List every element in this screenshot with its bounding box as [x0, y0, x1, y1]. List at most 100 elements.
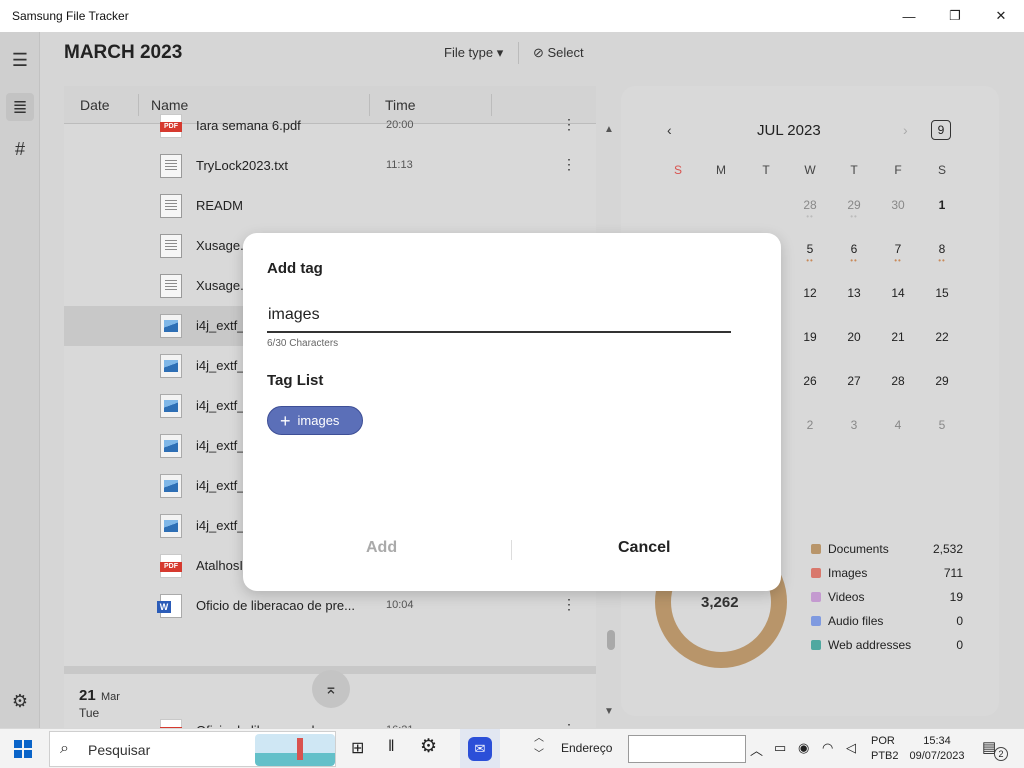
- close-button[interactable]: ✕: [978, 0, 1024, 32]
- calendar-day[interactable]: 2: [798, 418, 822, 432]
- legend-item[interactable]: Documents 2,532: [811, 541, 981, 559]
- legend-swatch: [811, 640, 821, 650]
- calendar-day[interactable]: 12: [798, 286, 822, 300]
- calendar-day[interactable]: 28: [886, 374, 910, 388]
- scroll-up-icon[interactable]: ▲: [604, 124, 614, 135]
- maximize-button[interactable]: ❐: [932, 0, 978, 32]
- calendar-day[interactable]: 8: [930, 242, 954, 256]
- scroll-to-top-button[interactable]: ⌅: [312, 670, 350, 708]
- calendar-day[interactable]: 14: [886, 286, 910, 300]
- calendar-day[interactable]: 29: [930, 374, 954, 388]
- select-button[interactable]: ⊘ Select: [533, 45, 584, 61]
- calendar-day[interactable]: 4: [886, 418, 910, 432]
- char-count: 6/30 Characters: [267, 338, 339, 349]
- wifi-icon[interactable]: ◠: [822, 740, 833, 756]
- calendar-day[interactable]: 27: [842, 374, 866, 388]
- cancel-button[interactable]: Cancel: [618, 539, 670, 557]
- total-files: 3,262: [701, 594, 739, 611]
- address-label: Endereço: [561, 741, 613, 755]
- language-code: POR: [871, 735, 895, 747]
- chevron-left-icon[interactable]: ‹: [667, 122, 672, 138]
- webcam-icon[interactable]: ◉: [798, 740, 809, 756]
- file-type-dropdown[interactable]: File type ▾: [444, 45, 503, 61]
- clock[interactable]: 15:34 09/07/2023: [907, 734, 967, 764]
- scroll-down-icon[interactable]: ▼: [604, 706, 614, 717]
- calendar-day[interactable]: 22: [930, 330, 954, 344]
- legend-item[interactable]: Audio files 0: [811, 613, 981, 631]
- window-title: Samsung File Tracker: [12, 9, 129, 23]
- legend-swatch: [811, 568, 821, 578]
- calendar-day[interactable]: 20: [842, 330, 866, 344]
- legend-count: 2,532: [932, 542, 963, 556]
- settings-app-icon[interactable]: ⚙: [420, 735, 437, 758]
- calendar-day[interactable]: 30: [886, 198, 910, 212]
- calendar-day[interactable]: 29: [842, 198, 866, 212]
- volume-icon[interactable]: ◁: [846, 740, 856, 756]
- calendar-day[interactable]: 26: [798, 374, 822, 388]
- legend-label: Audio files: [828, 614, 884, 628]
- tray-overflow-icon[interactable]: ︿: [750, 740, 763, 759]
- file-name: i4j_extf_: [196, 438, 245, 453]
- battery-icon[interactable]: ▭: [774, 740, 786, 756]
- file-time: 11:13: [386, 159, 413, 171]
- legend-count: 0: [956, 614, 963, 628]
- list-item[interactable]: TryLock2023.txt 11:13 ⋮: [64, 146, 596, 186]
- calendar-day[interactable]: 5: [798, 242, 822, 256]
- calendar-day[interactable]: 6: [842, 242, 866, 256]
- today-button[interactable]: 9: [931, 120, 951, 140]
- more-options-icon[interactable]: ⋮: [562, 156, 576, 173]
- more-options-icon[interactable]: ⋮: [562, 596, 576, 613]
- img-icon: [160, 394, 182, 418]
- minimize-button[interactable]: —: [886, 0, 932, 32]
- calendar-day[interactable]: 21: [886, 330, 910, 344]
- toolbar-scroll-icon[interactable]: ︿ ﹀: [534, 731, 544, 763]
- pdf-icon: PDF: [160, 554, 182, 578]
- button-divider: [511, 540, 512, 560]
- chevron-right-icon[interactable]: ›: [903, 122, 908, 138]
- calendar-day[interactable]: 5: [930, 418, 954, 432]
- list-item[interactable]: READM: [64, 186, 596, 226]
- windows-start-icon[interactable]: [14, 740, 32, 758]
- address-input[interactable]: [628, 735, 746, 763]
- list-item[interactable]: PDF Iara semana 6.pdf 20:00 ⋮: [64, 106, 596, 146]
- img-icon: [160, 354, 182, 378]
- doc-icon: W: [157, 594, 182, 618]
- calendar-day[interactable]: 19: [798, 330, 822, 344]
- more-options-icon[interactable]: ⋮: [562, 116, 576, 133]
- calendar-day[interactable]: 3: [842, 418, 866, 432]
- clock-time: 15:34: [923, 735, 951, 747]
- calendar-day[interactable]: 7: [886, 242, 910, 256]
- legend-item[interactable]: Videos 19: [811, 589, 981, 607]
- file-name: Xusage.: [196, 278, 244, 293]
- list-item[interactable]: W Oficio de liberacao de pre... 10:04 ⋮: [64, 586, 596, 626]
- weekday-label: F: [894, 163, 902, 177]
- scroll-thumb[interactable]: [607, 630, 615, 650]
- file-time: 20:00: [386, 119, 414, 131]
- language-indicator[interactable]: POR PTB2: [871, 734, 899, 764]
- file-tracker-app-icon[interactable]: ✉: [468, 737, 492, 761]
- timeline-icon[interactable]: ≣: [6, 93, 34, 121]
- legend-swatch: [811, 616, 821, 626]
- calendar-day[interactable]: 15: [930, 286, 954, 300]
- add-button[interactable]: Add: [366, 539, 397, 557]
- menu-icon[interactable]: ☰: [6, 46, 34, 74]
- legend-item[interactable]: Web addresses 0: [811, 637, 981, 655]
- dialog-title: Add tag: [267, 260, 323, 277]
- tag-input[interactable]: [267, 299, 731, 333]
- calendar-day[interactable]: 28: [798, 198, 822, 212]
- tag-chip[interactable]: + images: [267, 406, 363, 435]
- calendar-title: JUL 2023: [757, 122, 821, 139]
- activity-dots: ••: [806, 256, 814, 265]
- notification-icon[interactable]: ▤ 2: [982, 738, 1008, 761]
- calendar-day[interactable]: 13: [842, 286, 866, 300]
- tags-icon[interactable]: #: [6, 135, 34, 163]
- weekday-label: W: [804, 163, 816, 177]
- taskbar-search[interactable]: ⌕ Pesquisar: [49, 731, 336, 767]
- plus-icon: +: [280, 410, 291, 431]
- img-icon: [160, 434, 182, 458]
- calendar-day[interactable]: 1: [930, 198, 954, 212]
- task-view-icon[interactable]: ⊞: [351, 738, 364, 758]
- legend-item[interactable]: Images 711: [811, 565, 981, 583]
- file-name: Xusage.: [196, 238, 244, 253]
- settings-icon[interactable]: ⚙: [6, 687, 34, 715]
